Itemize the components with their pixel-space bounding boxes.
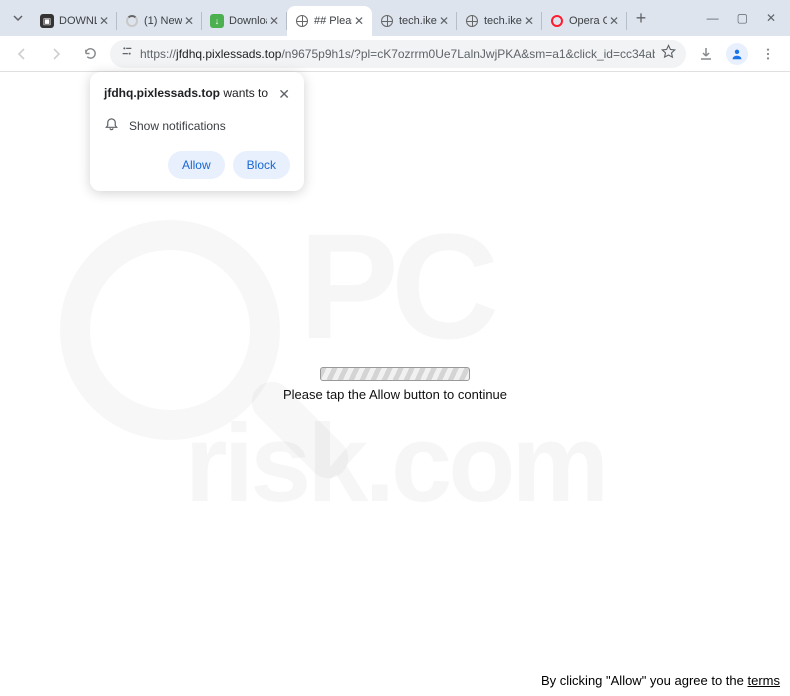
tab-search-button[interactable] xyxy=(6,6,30,30)
tab-2[interactable]: ↓ Downloa ✕ xyxy=(202,6,287,36)
block-button[interactable]: Block xyxy=(233,151,290,179)
site-settings-icon[interactable] xyxy=(120,44,134,63)
loading-spinner-icon xyxy=(125,14,139,28)
allow-button[interactable]: Allow xyxy=(168,151,225,179)
tab-0[interactable]: ▣ DOWNLO ✕ xyxy=(32,6,117,36)
page-message: Please tap the Allow button to continue xyxy=(283,387,507,402)
tab-1[interactable]: (1) New N ✕ xyxy=(117,6,202,36)
forward-button[interactable] xyxy=(42,40,70,68)
maximize-button[interactable]: ▢ xyxy=(737,11,748,25)
favicon-dark-icon: ▣ xyxy=(40,14,54,28)
prompt-close-button[interactable]: ✕ xyxy=(278,86,290,103)
tab-title: tech.ikey xyxy=(484,15,522,27)
tab-close-icon[interactable]: ✕ xyxy=(607,14,621,28)
toolbar: https://jfdhq.pixlessads.top/n9675p9h1s/… xyxy=(0,36,790,72)
opera-icon xyxy=(550,14,564,28)
profile-button[interactable] xyxy=(726,43,748,65)
downloads-button[interactable] xyxy=(692,40,720,68)
address-bar[interactable]: https://jfdhq.pixlessads.top/n9675p9h1s/… xyxy=(110,40,686,68)
tab-title: ## Pleas xyxy=(314,15,352,27)
close-window-button[interactable]: ✕ xyxy=(766,11,776,25)
tab-title: Downloa xyxy=(229,15,267,27)
tab-6[interactable]: Opera G ✕ xyxy=(542,6,627,36)
new-tab-button[interactable]: + xyxy=(627,4,655,32)
tab-close-icon[interactable]: ✕ xyxy=(437,14,451,28)
prompt-title: jfdhq.pixlessads.top wants to xyxy=(104,86,268,100)
url-text: https://jfdhq.pixlessads.top/n9675p9h1s/… xyxy=(140,47,655,61)
bookmark-star-icon[interactable] xyxy=(661,44,676,64)
tab-close-icon[interactable]: ✕ xyxy=(352,14,366,28)
minimize-button[interactable]: — xyxy=(707,11,719,25)
favicon-green-icon: ↓ xyxy=(210,14,224,28)
browser-title-bar: ▣ DOWNLO ✕ (1) New N ✕ ↓ Downloa ✕ ## Pl… xyxy=(0,0,790,36)
globe-icon xyxy=(465,14,479,28)
reload-button[interactable] xyxy=(76,40,104,68)
tab-title: (1) New N xyxy=(144,15,182,27)
tab-title: DOWNLO xyxy=(59,15,97,27)
tab-close-icon[interactable]: ✕ xyxy=(522,14,536,28)
bell-icon xyxy=(104,117,119,135)
tab-close-icon[interactable]: ✕ xyxy=(267,14,281,28)
tab-title: tech.ikey xyxy=(399,15,437,27)
tab-3-active[interactable]: ## Pleas ✕ xyxy=(287,6,372,36)
tab-strip: ▣ DOWNLO ✕ (1) New N ✕ ↓ Downloa ✕ ## Pl… xyxy=(32,0,693,36)
tab-4[interactable]: tech.ikey ✕ xyxy=(372,6,457,36)
tab-5[interactable]: tech.ikey ✕ xyxy=(457,6,542,36)
tab-close-icon[interactable]: ✕ xyxy=(97,14,111,28)
menu-button[interactable] xyxy=(754,40,782,68)
window-controls: — ▢ ✕ xyxy=(693,11,790,25)
tab-title: Opera G xyxy=(569,15,607,27)
back-button[interactable] xyxy=(8,40,36,68)
tab-close-icon[interactable]: ✕ xyxy=(182,14,196,28)
notification-permission-prompt: jfdhq.pixlessads.top wants to ✕ Show not… xyxy=(90,72,304,191)
globe-icon xyxy=(380,14,394,28)
fake-progress-bar xyxy=(320,367,470,381)
globe-icon xyxy=(295,14,309,28)
prompt-permission-label: Show notifications xyxy=(129,119,226,133)
